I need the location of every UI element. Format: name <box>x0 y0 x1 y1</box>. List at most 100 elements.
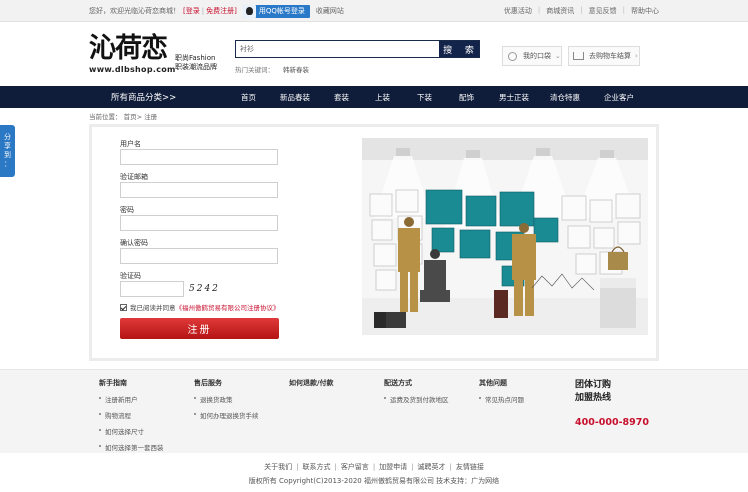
email-input[interactable] <box>120 182 278 198</box>
search-input[interactable] <box>236 41 439 57</box>
cart-label: 去购物车结算 <box>589 52 631 60</box>
nav-item-tops[interactable]: 上装 <box>375 92 390 103</box>
share-side-tab[interactable]: 分 享 到 ： <box>0 125 15 177</box>
footer-friends-link[interactable]: 友情链接 <box>456 463 484 471</box>
qq-login-button[interactable]: 用QQ帐号登录 <box>242 4 310 18</box>
footer-col-aftersale: 售后服务 退换货政策 如何办理退换货手续 <box>194 378 259 426</box>
all-categories-menu[interactable]: 所有商品分类>> <box>89 86 207 108</box>
footer-col-guide: 新手指南 注册新用户 购物流程 如何选择尺寸 如何选择第一套西装 <box>99 378 164 458</box>
footer-link[interactable]: 注册新用户 <box>99 394 164 404</box>
breadcrumb: 当前位置： 首页> 注册 <box>89 113 158 121</box>
email-label: 验证邮箱 <box>120 173 148 181</box>
my-account-button[interactable]: 我的口袋 ⌄ <box>502 46 562 66</box>
nav-item-home[interactable]: 首页 <box>241 92 256 103</box>
footer-link[interactable]: 如何选择尺寸 <box>99 426 164 436</box>
footer-col-payment: 如何退款/付款 <box>289 378 334 394</box>
search-button[interactable]: 搜 索 <box>439 41 479 57</box>
footer-franchise-link[interactable]: 加盟申请 <box>379 463 407 471</box>
group-buy-block: 团体订购 加盟热线 <box>575 379 611 405</box>
hot-keywords: 热门关键词： 韩新春装 <box>235 64 309 74</box>
separator: | <box>449 463 452 471</box>
feedback-link[interactable]: 意见反馈 <box>589 6 617 16</box>
nav-item-clearance[interactable]: 清仓特惠 <box>550 92 580 103</box>
separator: | <box>411 463 414 471</box>
username-input[interactable] <box>120 149 278 165</box>
logo-name: 沁荷恋 <box>89 33 168 64</box>
footer-contact-link[interactable]: 联系方式 <box>302 463 330 471</box>
cart-button[interactable]: 去购物车结算 › <box>568 46 640 66</box>
nav-item-enterprise[interactable]: 企业客户 <box>604 92 634 103</box>
captcha-image[interactable]: 5242 <box>187 282 223 296</box>
user-icon <box>508 51 517 61</box>
footer-about-link[interactable]: 关于我们 <box>264 463 292 471</box>
agree-checkbox[interactable] <box>120 303 127 311</box>
username-label: 用户名 <box>120 140 141 148</box>
news-link[interactable]: 商城资讯 <box>546 6 574 16</box>
captcha-row: 5242 <box>120 281 290 297</box>
separator: | <box>334 463 337 471</box>
chevron-down-icon: ⌄ <box>555 52 561 60</box>
nav-item-suits[interactable]: 套装 <box>334 92 349 103</box>
captcha-input[interactable] <box>120 281 184 297</box>
welcome-text: 您好，欢迎光临沁荷恋商城！ <box>89 7 180 15</box>
password-input[interactable] <box>120 215 278 231</box>
separator: | <box>622 6 625 14</box>
cart-icon <box>573 52 584 60</box>
share-tab-char: ： <box>4 160 11 168</box>
register-link[interactable]: 免费注册] <box>206 6 237 16</box>
group-buy-title: 团体订购 <box>575 380 612 390</box>
footer-link[interactable]: 如何选择第一套西装 <box>99 442 164 452</box>
agreement-link[interactable]: 《福州傲鹤贸易有限公司注册协议》 <box>176 302 280 312</box>
agree-text: 我已阅读并同意 <box>130 304 176 312</box>
footer-link[interactable]: 运费及货到付款地区 <box>384 394 449 404</box>
login-link[interactable]: [登录 <box>183 6 200 16</box>
footer-jobs-link[interactable]: 诚聘英才 <box>418 463 446 471</box>
register-button[interactable]: 注册 <box>120 318 279 339</box>
nav-items: 首页 新品春装 套装 上装 下装 配饰 男士正装 清仓特惠 企业客户 <box>225 86 634 108</box>
share-tab-char: 享 <box>4 142 11 150</box>
showroom-illustration <box>362 138 648 335</box>
hotline-number: 400-000-8970 <box>575 417 649 428</box>
footer-link[interactable]: 常见热点问题 <box>479 394 524 404</box>
register-form: 用户名 验证邮箱 密码 确认密码 验证码 5242 我已阅读并同意 《福州傲鹤贸… <box>120 139 290 339</box>
qq-icon <box>242 4 256 18</box>
logo-url: www.dlbshop.com <box>89 65 176 74</box>
footer-col-other: 其他问题 常见热点问题 <box>479 378 524 410</box>
nav-item-new-spring[interactable]: 新品春装 <box>280 92 310 103</box>
footer-link[interactable]: 购物流程 <box>99 410 164 420</box>
copyright: 版权所有 Copyright(C)2013-2020 福州傲鹤贸易有限公司 技术… <box>248 477 500 485</box>
help-link[interactable]: 帮助中心 <box>631 6 659 16</box>
footer-links: 关于我们 | 联系方式 | 客户留言 | 加盟申请 | 诚聘英才 | 友情链接 <box>0 462 748 472</box>
confirm-password-input[interactable] <box>120 248 278 264</box>
footer-col-title: 新手指南 <box>99 379 127 387</box>
hot-keywords-label: 热门关键词： <box>235 66 274 74</box>
qq-login-label: 用QQ帐号登录 <box>258 7 305 15</box>
confirm-password-label: 确认密码 <box>120 239 148 247</box>
footer-message-link[interactable]: 客户留言 <box>341 463 369 471</box>
franchise-title: 加盟热线 <box>575 393 612 403</box>
footer-link[interactable]: 如何办理退换货手续 <box>194 410 259 420</box>
share-tab-char: 到 <box>4 151 11 159</box>
main-nav: 所有商品分类>> 首页 新品春装 套装 上装 下装 配饰 男士正装 清仓特惠 企… <box>0 86 748 108</box>
captcha-label: 验证码 <box>120 272 141 280</box>
footer-col-delivery: 配送方式 运费及货到付款地区 <box>384 378 449 410</box>
password-label: 密码 <box>120 206 134 214</box>
top-bar: 您好，欢迎光临沁荷恋商城！ [登录 | 免费注册] 用QQ帐号登录 收藏网站 优… <box>0 0 748 22</box>
separator: | <box>580 6 583 14</box>
site-logo[interactable]: 沁荷恋 职尚Fashion 职装潮流品牌 www.dlbshop.com <box>89 34 229 76</box>
nav-item-bottoms[interactable]: 下装 <box>417 92 432 103</box>
nav-item-accessories[interactable]: 配饰 <box>459 92 474 103</box>
footer-link[interactable]: 退换货政策 <box>194 394 259 404</box>
favorite-link[interactable]: 收藏网站 <box>316 6 344 16</box>
hot-keyword-link[interactable]: 韩新春装 <box>283 66 309 74</box>
separator: | <box>537 6 541 14</box>
share-tab-char: 分 <box>4 133 11 141</box>
promo-link[interactable]: 优惠活动 <box>504 6 532 16</box>
register-panel: 用户名 验证邮箱 密码 确认密码 验证码 5242 我已阅读并同意 《福州傲鹤贸… <box>89 124 659 361</box>
agreement-row: 我已阅读并同意 《福州傲鹤贸易有限公司注册协议》 <box>120 302 290 312</box>
nav-item-menswear[interactable]: 男士正装 <box>499 92 529 103</box>
footer-help: 新手指南 注册新用户 购物流程 如何选择尺寸 如何选择第一套西装 售后服务 退换… <box>0 369 748 453</box>
showroom-image <box>362 138 648 335</box>
footer-col-title: 售后服务 <box>194 379 222 387</box>
footer-col-title: 配送方式 <box>384 379 412 387</box>
